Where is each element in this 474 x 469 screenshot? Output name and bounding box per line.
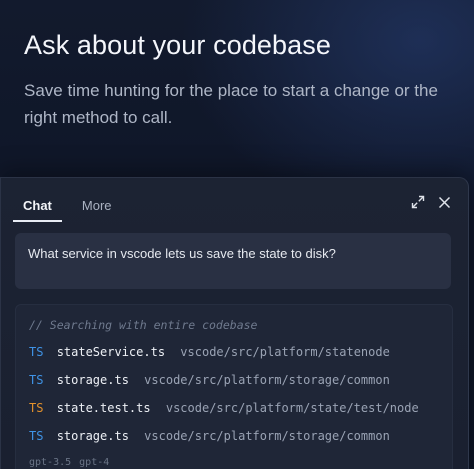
file-result-row[interactable]: TS storage.ts vscode/src/platform/storag… (29, 429, 390, 443)
model-gpt-3-5: gpt-3.5 (29, 457, 72, 468)
page-title: Ask about your codebase (24, 30, 331, 60)
expand-icon[interactable] (410, 194, 426, 210)
close-icon[interactable] (436, 194, 452, 210)
file-path: vscode/src/platform/state/test/node (165, 401, 419, 415)
file-name: storage.ts (56, 429, 129, 443)
typescript-icon: TS (29, 345, 44, 359)
file-result-row[interactable]: TS storage.ts vscode/src/platform/storag… (29, 373, 390, 387)
question-message: What service in vscode lets us save the … (15, 233, 451, 289)
file-path: vscode/src/platform/storage/common (144, 373, 390, 387)
typescript-test-icon: TS (29, 401, 44, 415)
typescript-icon: TS (29, 429, 44, 443)
file-name: storage.ts (56, 373, 129, 387)
question-text: What service in vscode lets us save the … (28, 246, 336, 261)
search-results: // Searching with entire codebase TS sta… (15, 304, 453, 469)
file-path: vscode/src/platform/statenode (180, 345, 390, 359)
search-scope-note: // Searching with entire codebase (29, 318, 258, 332)
panel-actions (410, 194, 452, 210)
file-result-row[interactable]: TS stateService.ts vscode/src/platform/s… (29, 345, 390, 359)
chat-panel: Chat More What service in vscode lets us… (0, 177, 469, 469)
tab-more[interactable]: More (72, 198, 122, 222)
page-subtitle: Save time hunting for the place to start… (24, 81, 438, 127)
file-path: vscode/src/platform/storage/common (144, 429, 390, 443)
file-result-row[interactable]: TS state.test.ts vscode/src/platform/sta… (29, 401, 419, 415)
panel-tabs: Chat More (13, 198, 122, 222)
typescript-icon: TS (29, 373, 44, 387)
tab-chat[interactable]: Chat (13, 198, 62, 222)
file-name: state.test.ts (56, 401, 151, 415)
model-gpt-4: gpt-4 (79, 457, 110, 468)
model-list: gpt-3.5 gpt-4 (29, 457, 109, 468)
file-name: stateService.ts (56, 345, 166, 359)
